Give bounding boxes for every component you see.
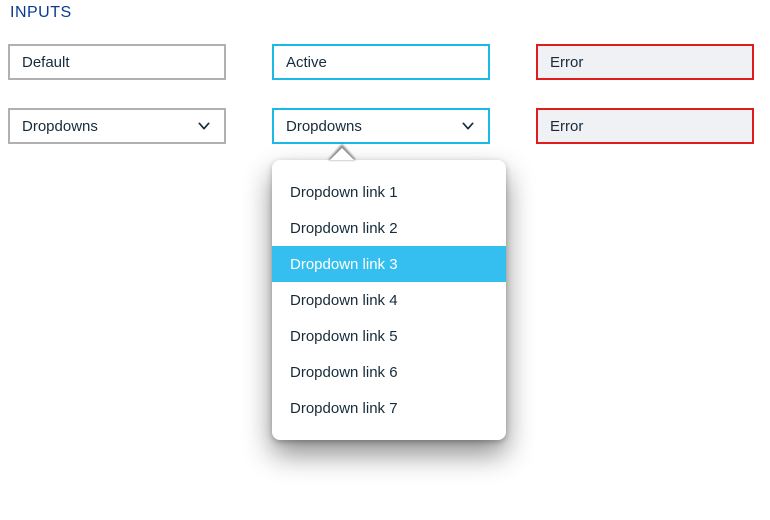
dropdown-error-value: Error: [550, 118, 583, 135]
dropdown-menu-item[interactable]: Dropdown link 6: [272, 354, 506, 390]
dropdown-menu-item[interactable]: Dropdown link 1: [272, 174, 506, 210]
input-default-value: Default: [22, 54, 70, 71]
chevron-down-icon: [460, 118, 476, 134]
input-active-value: Active: [286, 54, 327, 71]
section-title: INPUTS: [10, 4, 762, 22]
input-active[interactable]: Active: [272, 44, 490, 80]
input-error-value: Error: [550, 54, 583, 71]
dropdown-menu: Dropdown link 1Dropdown link 2Dropdown l…: [272, 160, 506, 440]
input-default[interactable]: Default: [8, 44, 226, 80]
dropdown-default-value: Dropdowns: [22, 118, 98, 135]
input-error[interactable]: Error: [536, 44, 754, 80]
dropdown-menu-item[interactable]: Dropdown link 4: [272, 282, 506, 318]
inputs-row-dropdowns: Dropdowns Dropdowns Dropdown link 1Dropd…: [8, 108, 762, 144]
dropdown-default[interactable]: Dropdowns: [8, 108, 226, 144]
dropdown-menu-item[interactable]: Dropdown link 3: [272, 246, 506, 282]
chevron-down-icon: [196, 118, 212, 134]
dropdown-menu-item[interactable]: Dropdown link 5: [272, 318, 506, 354]
inputs-row-text: Default Active Error: [8, 44, 762, 80]
dropdown-menu-item[interactable]: Dropdown link 7: [272, 390, 506, 426]
dropdown-active[interactable]: Dropdowns: [272, 108, 490, 144]
dropdown-error[interactable]: Error: [536, 108, 754, 144]
dropdown-menu-item[interactable]: Dropdown link 2: [272, 210, 506, 246]
dropdown-active-value: Dropdowns: [286, 118, 362, 135]
